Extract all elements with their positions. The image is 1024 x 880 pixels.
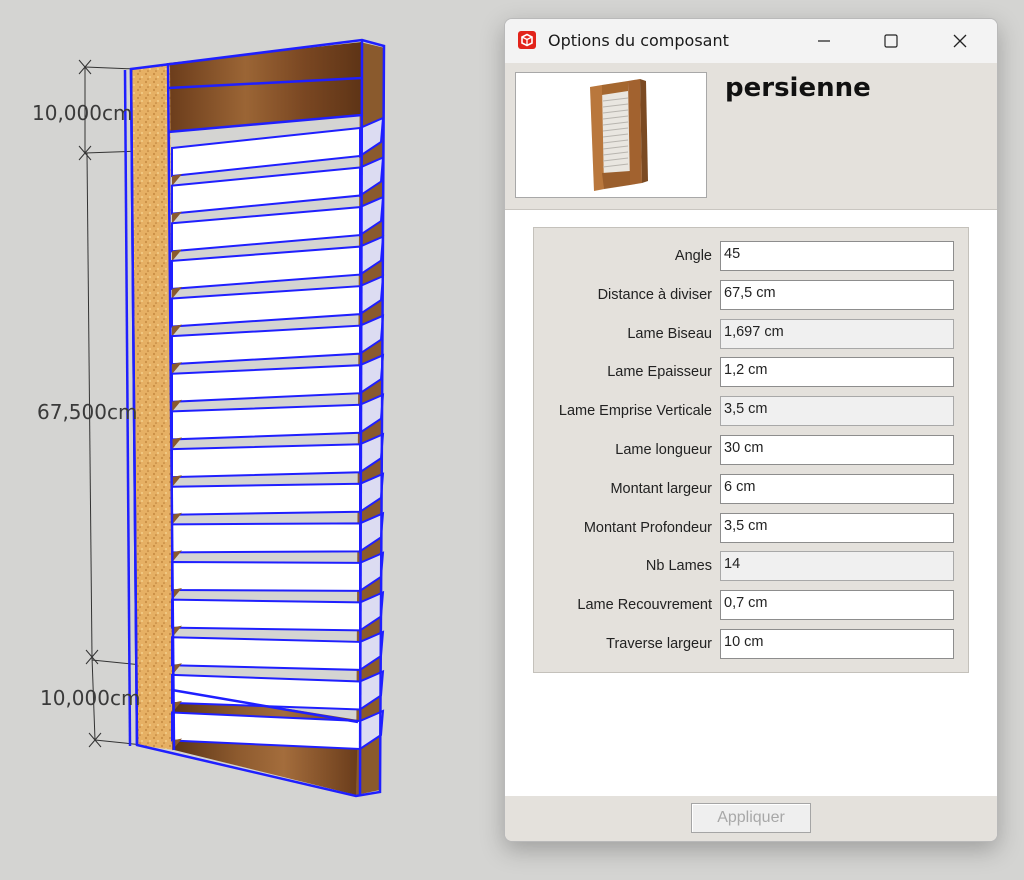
maximize-button[interactable] [868,19,914,63]
attribute-row: Traverse largeur 10 cm [534,629,968,661]
maximize-icon [884,34,898,48]
attribute-input[interactable]: 45 [720,241,954,271]
louver-slat [171,364,361,403]
attribute-label: Nb Lames [645,558,712,575]
louver-slat [171,245,361,290]
louver-slats [171,116,385,751]
dialog-footer: Appliquer [505,796,997,841]
close-button[interactable] [937,19,983,63]
louver-slat [171,598,361,632]
attribute-input[interactable]: 1,2 cm [720,357,954,388]
attribute-row: Distance à diviser 67,5 cm [534,279,968,312]
louver-slat [171,324,361,366]
attribute-label: Traverse largeur [606,636,712,652]
slat-shadow [172,399,182,412]
attribute-label: Lame Biseau [627,325,712,342]
attribute-input[interactable]: 6 cm [720,473,954,504]
sketchup-icon [518,31,536,49]
slat-shadow [172,475,182,488]
attribute-row: Montant largeur 6 cm [534,473,968,506]
dimension-label-top: 10,000cm [32,101,133,125]
attributes-panel: Angle 45 Distance à diviser 67,5 cm Lame Bis… [533,227,969,673]
dimension-label-middle: 67,500cm [37,400,138,424]
attribute-row: Angle 45 [534,241,968,273]
attribute-label: Angle [674,248,712,264]
component-name: persienne [725,73,871,103]
attribute-input[interactable]: 10 cm [720,629,954,659]
title-bar[interactable]: Options du composant [505,19,997,63]
attribute-row: Montant Profondeur 3,5 cm [534,512,968,545]
minimize-button[interactable] [801,19,847,63]
attribute-input[interactable]: 30 cm [720,435,954,465]
attribute-input[interactable]: 0,7 cm [720,590,954,621]
attribute-label: Montant Profondeur [583,519,712,536]
attribute-label: Montant largeur [610,480,712,497]
window-title: Options du composant [548,31,729,50]
component-options-dialog: Options du composant persienne Angle 45 … [504,18,998,842]
louver-slat [171,205,361,253]
minimize-icon [818,40,830,42]
louver-slat [171,443,361,479]
dimension-label-bottom: 10,000cm [40,686,141,710]
attribute-value-readonly: 1,697 cm [720,318,954,349]
attributes-area: Angle 45 Distance à diviser 67,5 cm Lame Bis… [505,210,997,796]
slat-shadow [172,362,182,375]
component-header: persienne [505,63,997,210]
attribute-value-readonly: 3,5 cm [720,396,954,427]
louver-slat [171,522,361,554]
attribute-label: Lame Recouvrement [577,597,712,614]
attribute-label: Lame Epaisseur [607,364,712,381]
attribute-input[interactable]: 3,5 cm [720,512,954,543]
louver-slat [171,673,361,711]
apply-button[interactable]: Appliquer [691,803,811,833]
attribute-row: Lame Biseau 1,697 cm [534,318,968,351]
attribute-label: Lame Emprise Verticale [558,403,712,420]
attribute-row: Lame Emprise Verticale 3,5 cm [534,396,968,428]
louver-slat [171,126,361,178]
attribute-row: Lame Recouvrement 0,7 cm [534,590,968,622]
attribute-label: Distance à diviser [597,286,712,303]
attribute-row: Lame Epaisseur 1,2 cm [534,357,968,389]
louver-slat [171,403,361,441]
slat-shadow [172,437,182,450]
louver-slat [171,636,361,671]
attribute-label: Lame longueur [615,442,712,458]
attribute-row: Nb Lames 14 [534,551,968,583]
slat-shadow [172,512,182,525]
component-thumbnail [515,72,707,198]
louver-slat [171,285,361,328]
attribute-value-readonly: 14 [720,551,954,582]
attribute-input[interactable]: 67,5 cm [720,279,954,310]
louver-slat [171,166,361,215]
louver-slat [171,560,361,592]
close-icon [953,34,967,48]
louver-slat [171,482,361,516]
attribute-row: Lame longueur 30 cm [534,435,968,467]
